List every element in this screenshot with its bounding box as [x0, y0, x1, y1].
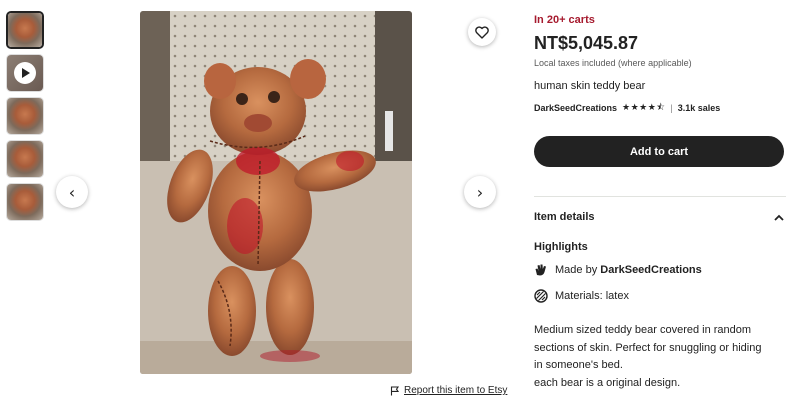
- flag-icon: [390, 385, 400, 395]
- hand-wave-icon: [535, 264, 546, 276]
- thumbnail-image: [7, 141, 43, 177]
- materials-icon: [534, 289, 548, 303]
- listing-title: human skin teddy bear: [534, 80, 646, 92]
- thumbnail-5[interactable]: [6, 183, 44, 221]
- item-details-heading: Item details: [534, 211, 595, 223]
- materials-text: Materials: latex: [555, 290, 629, 302]
- report-item-link[interactable]: Report this item to Etsy: [404, 385, 507, 396]
- chevron-left-icon: ‹: [68, 182, 76, 202]
- cart-count-badge: In 20+ carts: [534, 14, 595, 26]
- favorite-button[interactable]: [468, 18, 496, 46]
- add-to-cart-button[interactable]: Add to cart: [534, 136, 784, 167]
- made-by-row: Made by DarkSeedCreations: [534, 263, 702, 277]
- chevron-right-icon: ›: [476, 182, 484, 202]
- rating-stars-icon[interactable]: ★★★★⯪: [622, 100, 665, 116]
- seller-name-link[interactable]: DarkSeedCreations: [534, 103, 617, 113]
- main-product-photo: [140, 11, 412, 374]
- thumbnail-image: [7, 98, 43, 134]
- materials-row: Materials: latex: [534, 289, 629, 303]
- thumbnail-image: [8, 13, 42, 47]
- seller-row: DarkSeedCreations ★★★★⯪ | 3.1k sales: [534, 100, 720, 116]
- play-icon: [14, 62, 36, 84]
- highlights-heading: Highlights: [534, 241, 588, 253]
- thumbnail-video[interactable]: [6, 54, 44, 92]
- thumbnail-image: [7, 184, 43, 220]
- made-by-shop-link[interactable]: DarkSeedCreations: [600, 264, 702, 276]
- thumbnail-list: [6, 11, 46, 226]
- description-line: Medium sized teddy bear covered in rando…: [534, 324, 752, 336]
- divider: [534, 196, 786, 197]
- thumbnail-1[interactable]: [6, 11, 44, 49]
- separator: |: [670, 103, 673, 113]
- description-line: sections of skin. Perfect for snuggling …: [534, 341, 762, 354]
- description-line: each bear is a original design.: [534, 376, 681, 389]
- made-by-prefix: Made by: [555, 264, 598, 276]
- previous-image-button[interactable]: ‹: [56, 176, 88, 208]
- item-details-toggle[interactable]: Item details: [534, 211, 784, 223]
- next-image-button[interactable]: ›: [464, 176, 496, 208]
- report-link-row: Report this item to Etsy: [390, 385, 507, 396]
- item-description: Medium sized teddy bear covered in rando…: [534, 322, 784, 392]
- price: NT$5,045.87: [534, 33, 639, 53]
- thumbnail-3[interactable]: [6, 97, 44, 135]
- chevron-up-icon: [774, 214, 784, 221]
- tax-note: Local taxes included (where applicable): [534, 58, 692, 68]
- description-line: in someone's bed.: [534, 359, 623, 371]
- heart-icon: [475, 25, 489, 39]
- thumbnail-4[interactable]: [6, 140, 44, 178]
- sales-count: 3.1k sales: [677, 103, 721, 113]
- teddy-bear-photo: [140, 11, 412, 374]
